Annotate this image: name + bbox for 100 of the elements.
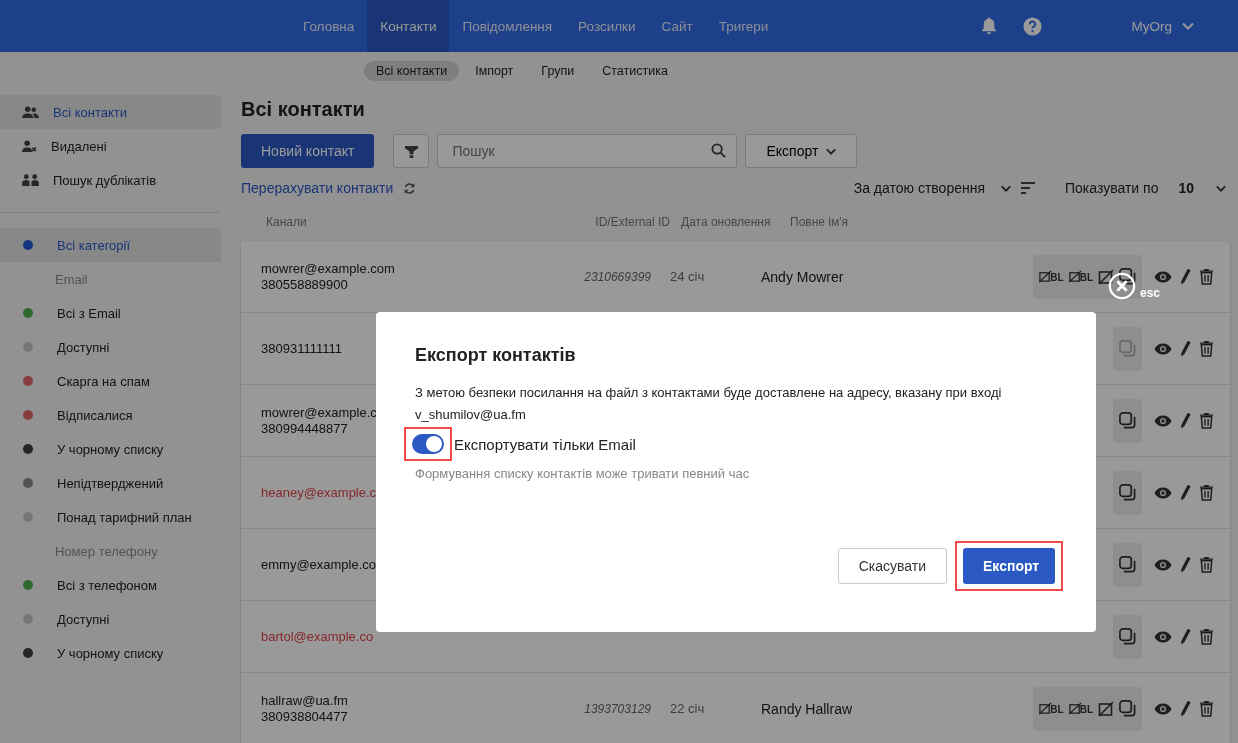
toggle-label: Експортувати тільки Email [454, 435, 636, 453]
eye-icon[interactable] [1154, 486, 1172, 499]
update-date: 22 січ [670, 701, 705, 716]
category-item[interactable]: Скарга на спам [0, 364, 221, 398]
blacklist-indicator[interactable]: BL [1039, 702, 1064, 715]
sidebar-item[interactable]: Видалені [0, 129, 221, 163]
category-item[interactable]: Доступні [0, 602, 221, 636]
organization-menu[interactable]: MyOrg [1125, 17, 1200, 35]
page-title: Всі контакти [241, 98, 366, 121]
channel-text: bartol@example.co [261, 628, 374, 645]
channel-text: mowrer@example.c [261, 404, 377, 421]
category-item[interactable]: Доступні [0, 330, 221, 364]
recount-link[interactable]: Перерахувати контакти [241, 180, 394, 196]
crossed-square-icon[interactable] [1098, 268, 1114, 285]
trash-icon[interactable] [1199, 340, 1214, 357]
nav-link[interactable]: Розсилки [565, 0, 649, 52]
export-button[interactable]: Експорт [963, 548, 1055, 584]
people-icon [22, 173, 39, 187]
help-icon[interactable] [1022, 16, 1042, 36]
eye-icon[interactable] [1154, 414, 1172, 427]
subnav-tab[interactable]: Імпорт [463, 61, 526, 81]
category-item[interactable]: Всі категорії [0, 228, 221, 262]
export-dropdown[interactable]: Експорт [745, 134, 858, 168]
toggle-switch[interactable] [412, 434, 444, 454]
blacklist-indicator[interactable]: BL [1068, 702, 1093, 715]
sort-dropdown[interactable]: За датою створення [853, 180, 1011, 196]
channel-text: 380931111111 [261, 340, 342, 357]
chevron-down-icon [1001, 184, 1011, 192]
refresh-icon[interactable] [403, 181, 417, 195]
subnav-tab[interactable]: Статистика [590, 61, 680, 81]
blacklist-indicator[interactable]: BL [1068, 270, 1093, 283]
channel-text: 380938804477 [261, 708, 348, 725]
pencil-icon[interactable] [1180, 340, 1191, 357]
nav-link[interactable]: Контакти [367, 0, 450, 52]
cancel-button[interactable]: Скасувати [837, 548, 947, 584]
eye-icon[interactable] [1154, 630, 1172, 643]
trash-icon[interactable] [1199, 484, 1214, 501]
channel-text: mowrer@example.com [261, 260, 395, 277]
funnel-icon [403, 143, 419, 159]
email-address: v_shumilov@ua.fm [415, 407, 527, 422]
pencil-icon[interactable] [1180, 484, 1191, 501]
nav-link[interactable]: Тригери [705, 0, 782, 52]
channel-text: 380994448877 [261, 420, 348, 437]
contact-name: Andy Mowrer [761, 268, 844, 285]
eye-icon[interactable] [1154, 342, 1172, 355]
hint-text: Формування списку контактів може тривати певний час [415, 466, 751, 481]
nav-link[interactable]: Повідомлення [449, 0, 566, 52]
category-item[interactable]: Всі з Email [0, 296, 221, 330]
sidebar-item[interactable]: Всі контакти [0, 95, 221, 129]
pencil-icon[interactable] [1180, 412, 1191, 429]
category-item[interactable]: Понад тарифний план [0, 500, 221, 534]
category-heading: Номер телефону [54, 542, 159, 561]
category-item[interactable]: Всі з телефоном [0, 568, 221, 602]
channel-text: emmy@example.co [261, 556, 377, 573]
page-size-dropdown[interactable]: 10 [1178, 180, 1226, 196]
pencil-icon[interactable] [1180, 268, 1191, 285]
subnav-tab[interactable]: Групи [529, 61, 587, 81]
copies-icon[interactable] [1119, 268, 1136, 285]
dialog-message: З метою безпеки посилання на файл з контактами буде доставлене на адресу, вказану при вході [415, 384, 1003, 402]
trash-icon[interactable] [1199, 556, 1214, 573]
column-header: Повне ім'я [789, 215, 849, 229]
column-header: Дата оновлення [680, 215, 772, 229]
nav-link[interactable]: Сайт [648, 0, 706, 52]
update-date: 24 січ [670, 269, 705, 284]
pencil-icon[interactable] [1180, 628, 1191, 645]
blacklist-indicator[interactable]: BL [1039, 270, 1064, 283]
search-icon[interactable] [711, 143, 727, 158]
new-contact-button[interactable]: Новий контакт [241, 134, 375, 168]
category-item[interactable]: У чорному списку [0, 432, 221, 466]
filter-button[interactable] [393, 134, 430, 168]
person-remove-icon [22, 139, 37, 153]
pencil-icon[interactable] [1180, 556, 1191, 573]
eye-icon[interactable] [1154, 702, 1172, 715]
eye-icon[interactable] [1154, 270, 1172, 283]
channel-text: 380558889900 [261, 276, 348, 293]
trash-icon[interactable] [1199, 412, 1214, 429]
people-icon [22, 105, 39, 119]
pencil-icon[interactable] [1180, 700, 1191, 717]
contact-id: 2310669399 [584, 269, 651, 284]
channel-text: heaney@example.c [261, 484, 377, 501]
trash-icon[interactable] [1199, 628, 1214, 645]
trash-icon[interactable] [1199, 268, 1214, 285]
category-item[interactable]: Відписалися [0, 398, 221, 432]
column-header: ID/External ID [594, 215, 670, 229]
trash-icon[interactable] [1199, 700, 1214, 717]
chevron-down-icon [1182, 22, 1194, 30]
category-item[interactable]: Непідтверджений [0, 466, 221, 500]
contact-name: Randy Hallraw [761, 700, 853, 717]
category-item[interactable]: У чорному списку [0, 636, 221, 670]
search-field[interactable]: Пошук [437, 134, 738, 168]
column-header: Канали [266, 215, 308, 229]
bell-icon[interactable] [980, 17, 997, 35]
eye-icon[interactable] [1154, 558, 1172, 571]
contact-id: 1393703129 [584, 701, 651, 716]
dialog-title: Експорт контактів [415, 345, 577, 366]
nav-link[interactable]: Головна [290, 0, 368, 52]
sort-icon[interactable] [1021, 182, 1035, 194]
page-size-label: Показувати по [1065, 180, 1159, 196]
sidebar-item[interactable]: Пошук дублікатів [0, 163, 221, 197]
subnav-tab[interactable]: Всі контакти [364, 61, 460, 81]
